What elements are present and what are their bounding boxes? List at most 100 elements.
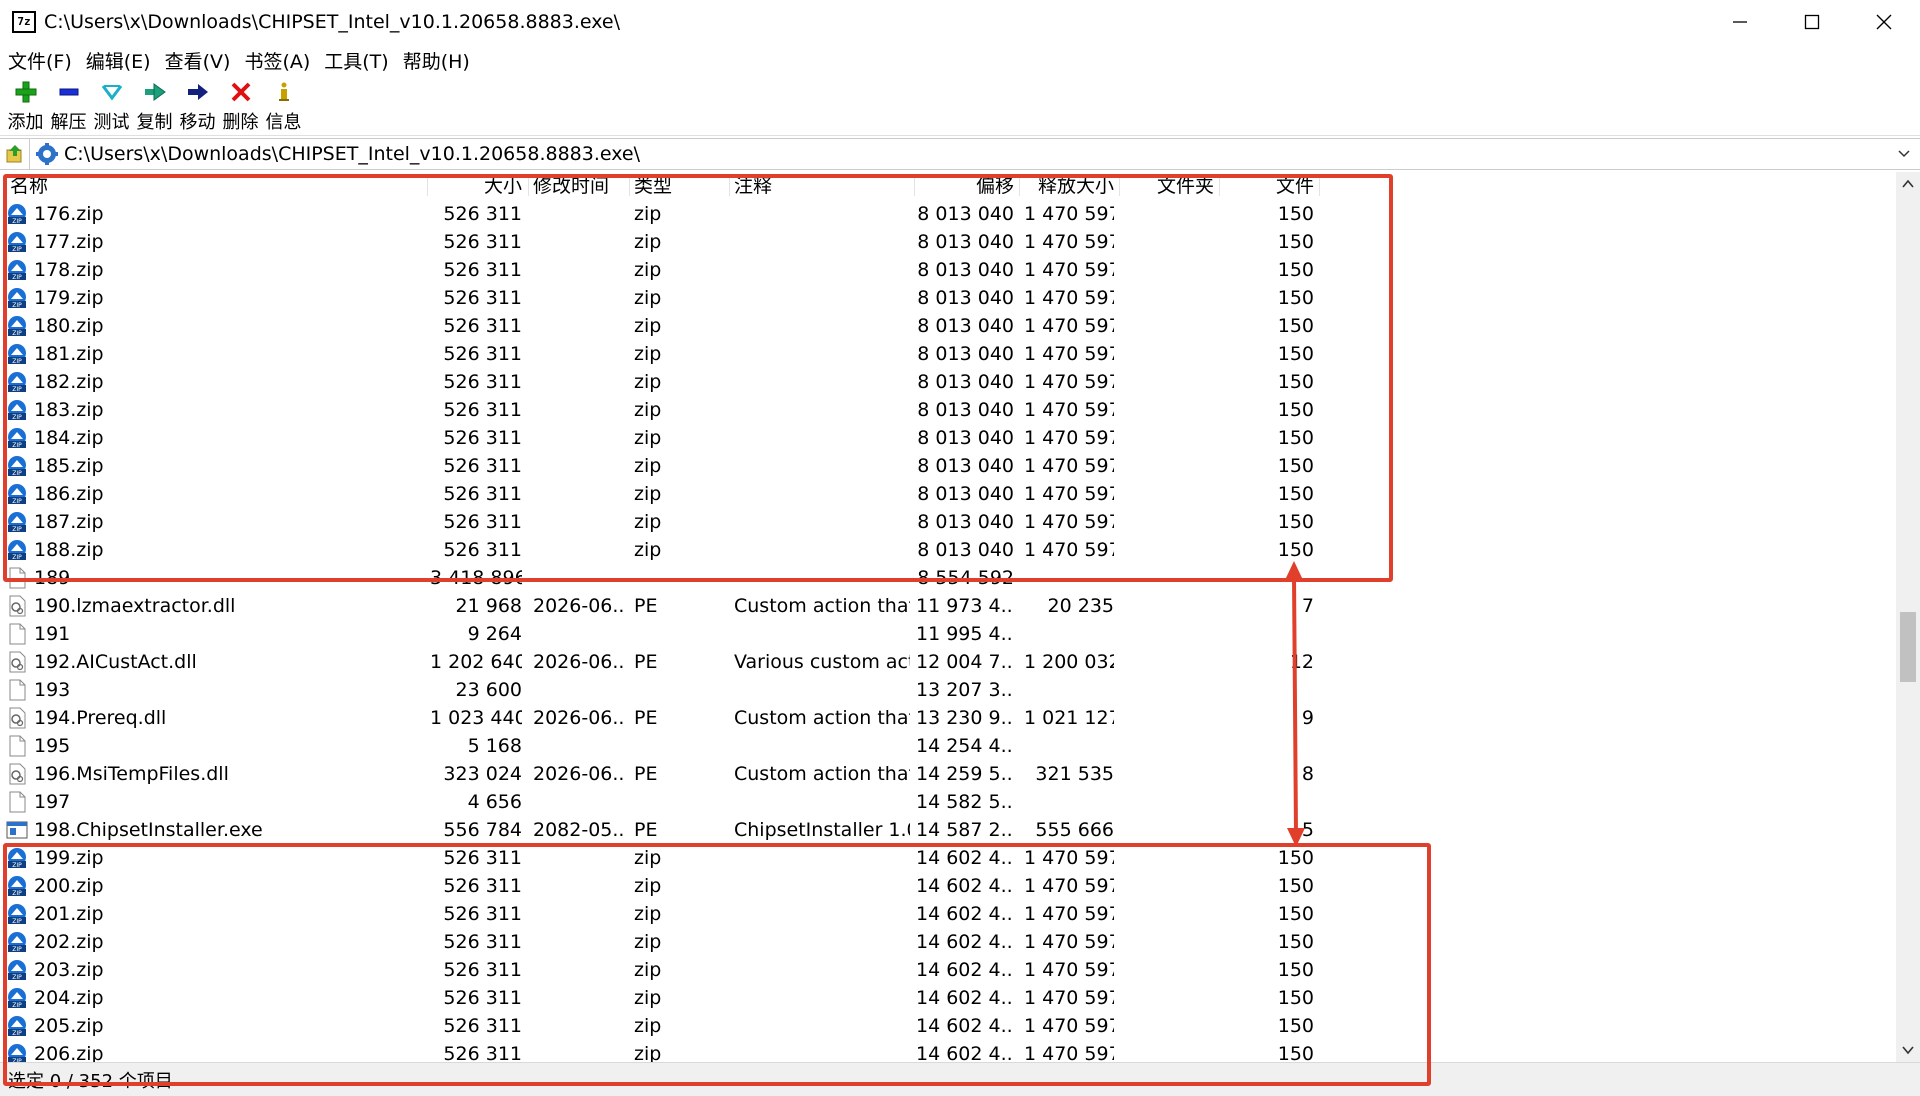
table-row[interactable]: ZIP 201.zip 526 311 zip 14 602 4... 1 470 597… bbox=[0, 900, 1330, 928]
table-row[interactable]: 189 3 418 896 8 554 592 bbox=[0, 564, 1330, 592]
table-row[interactable]: ZIP 204.zip 526 311 zip 14 602 4... 1 470 597… bbox=[0, 984, 1330, 1012]
row-files: 150 bbox=[1277, 231, 1314, 253]
column-header-comment[interactable]: 注释 bbox=[734, 172, 910, 200]
row-comment bbox=[734, 256, 910, 284]
table-row[interactable]: ZIP 186.zip 526 311 zip 8 013 040 1 470 597 15… bbox=[0, 480, 1330, 508]
zip-file-icon: ZIP bbox=[6, 343, 28, 365]
move-icon bbox=[186, 80, 210, 104]
table-row[interactable]: 197 4 656 14 582 5... bbox=[0, 788, 1330, 816]
info-button[interactable]: 信息 bbox=[262, 76, 305, 135]
column-header-offset[interactable]: 偏移 bbox=[916, 172, 1014, 200]
test-button[interactable]: 测试 bbox=[90, 76, 133, 135]
table-row[interactable]: ZIP 181.zip 526 311 zip 8 013 040 1 470 597 15… bbox=[0, 340, 1330, 368]
address-field[interactable]: C:\Users\x\Downloads\CHIPSET_Intel_v10.1… bbox=[30, 139, 1920, 169]
add-button[interactable]: 添加 bbox=[4, 76, 47, 135]
table-row[interactable]: ZIP 203.zip 526 311 zip 14 602 4... 1 470 597… bbox=[0, 956, 1330, 984]
column-header-unpacked[interactable]: 释放大小 bbox=[1024, 172, 1114, 200]
table-row[interactable]: 190.lzmaextractor.dll 21 968 2026-06... PE C… bbox=[0, 592, 1330, 620]
row-folders bbox=[1124, 536, 1214, 564]
table-row[interactable]: ZIP 185.zip 526 311 zip 8 013 040 1 470 597 15… bbox=[0, 452, 1330, 480]
column-separator[interactable] bbox=[1019, 176, 1020, 196]
row-comment bbox=[734, 844, 910, 872]
table-row[interactable]: 195 5 168 14 254 4... bbox=[0, 732, 1330, 760]
row-folders bbox=[1124, 956, 1214, 984]
scroll-down-button[interactable] bbox=[1896, 1038, 1920, 1062]
menu-help[interactable]: 帮助(H) bbox=[403, 47, 470, 74]
table-row[interactable]: 196.MsiTempFiles.dll 323 024 2026-06... PE C… bbox=[0, 760, 1330, 788]
menu-bookmarks[interactable]: 书签(A) bbox=[244, 47, 310, 74]
table-row[interactable]: ZIP 179.zip 526 311 zip 8 013 040 1 470 597 15… bbox=[0, 284, 1330, 312]
row-size: 526 311 bbox=[443, 903, 522, 925]
row-size: 1 023 440 bbox=[430, 707, 522, 729]
table-row[interactable]: ZIP 176.zip 526 311 zip 8 013 040 1 470 597 15… bbox=[0, 200, 1330, 228]
file-list[interactable]: 名称 大小 修改时间 类型 注释 偏移 释放大小 文件夹 文件 ZIP 176.z… bbox=[0, 172, 1896, 1062]
row-offset: 14 602 4... bbox=[916, 1043, 1014, 1062]
row-comment bbox=[734, 956, 910, 984]
table-row[interactable]: 194.Prereq.dll 1 023 440 2026-06... PE Custo… bbox=[0, 704, 1330, 732]
column-separator[interactable] bbox=[1219, 176, 1220, 196]
row-size: 526 311 bbox=[443, 511, 522, 533]
row-size: 526 311 bbox=[443, 399, 522, 421]
column-separator[interactable] bbox=[729, 176, 730, 196]
column-header-files[interactable]: 文件 bbox=[1224, 172, 1314, 200]
scroll-up-button[interactable] bbox=[1896, 172, 1920, 196]
column-header-modified[interactable]: 修改时间 bbox=[533, 172, 623, 200]
row-unpacked: 1 470 597 bbox=[1024, 511, 1114, 533]
table-row[interactable]: 193 23 600 13 207 3... bbox=[0, 676, 1330, 704]
maximize-button[interactable] bbox=[1776, 0, 1848, 44]
table-row[interactable]: ZIP 187.zip 526 311 zip 8 013 040 1 470 597 15… bbox=[0, 508, 1330, 536]
chevron-down-icon[interactable] bbox=[1896, 145, 1912, 161]
table-row[interactable]: 192.AICustAct.dll 1 202 640 2026-06... PE Va… bbox=[0, 648, 1330, 676]
row-unpacked: 1 470 597 bbox=[1024, 959, 1114, 981]
table-row[interactable]: ZIP 202.zip 526 311 zip 14 602 4... 1 470 597… bbox=[0, 928, 1330, 956]
row-comment: Various custom acti... bbox=[734, 651, 910, 673]
column-separator[interactable] bbox=[914, 176, 915, 196]
column-separator[interactable] bbox=[1319, 176, 1320, 196]
address-bar: C:\Users\x\Downloads\CHIPSET_Intel_v10.1… bbox=[0, 138, 1920, 170]
column-header-size[interactable]: 大小 bbox=[430, 172, 522, 200]
menu-view[interactable]: 查看(V) bbox=[165, 47, 231, 74]
row-folders bbox=[1124, 900, 1214, 928]
table-row[interactable]: ZIP 183.zip 526 311 zip 8 013 040 1 470 597 15… bbox=[0, 396, 1330, 424]
table-row[interactable]: ZIP 199.zip 526 311 zip 14 602 4... 1 470 597… bbox=[0, 844, 1330, 872]
close-button[interactable] bbox=[1848, 0, 1920, 44]
table-row[interactable]: ZIP 178.zip 526 311 zip 8 013 040 1 470 597 15… bbox=[0, 256, 1330, 284]
table-row[interactable]: 198.ChipsetInstaller.exe 556 784 2082-05..… bbox=[0, 816, 1330, 844]
column-separator[interactable] bbox=[427, 176, 428, 196]
row-files: 150 bbox=[1277, 511, 1314, 533]
row-size: 526 311 bbox=[443, 931, 522, 953]
column-separator[interactable] bbox=[1119, 176, 1120, 196]
copy-button[interactable]: 复制 bbox=[133, 76, 176, 135]
vertical-scrollbar[interactable] bbox=[1896, 172, 1920, 1062]
svg-text:ZIP: ZIP bbox=[12, 218, 22, 225]
table-row[interactable]: ZIP 177.zip 526 311 zip 8 013 040 1 470 597 15… bbox=[0, 228, 1330, 256]
svg-text:ZIP: ZIP bbox=[12, 1002, 22, 1009]
add-label: 添加 bbox=[7, 112, 44, 133]
row-modified bbox=[533, 200, 623, 228]
table-row[interactable]: ZIP 200.zip 526 311 zip 14 602 4... 1 470 597… bbox=[0, 872, 1330, 900]
table-row[interactable]: ZIP 206.zip 526 311 zip 14 602 4... 1 470 597… bbox=[0, 1040, 1330, 1062]
menu-edit[interactable]: 编辑(E) bbox=[86, 47, 151, 74]
extract-button[interactable]: 解压 bbox=[47, 76, 90, 135]
parent-folder-button[interactable] bbox=[0, 139, 30, 169]
menu-tools[interactable]: 工具(T) bbox=[324, 47, 388, 74]
column-header-name[interactable]: 名称 bbox=[10, 172, 400, 200]
row-size: 526 311 bbox=[443, 315, 522, 337]
row-size: 526 311 bbox=[443, 231, 522, 253]
menu-file[interactable]: 文件(F) bbox=[8, 47, 72, 74]
minimize-button[interactable] bbox=[1704, 0, 1776, 44]
row-files bbox=[1224, 620, 1314, 648]
delete-button[interactable]: 删除 bbox=[219, 76, 262, 135]
column-separator[interactable] bbox=[528, 176, 529, 196]
column-header-type[interactable]: 类型 bbox=[634, 172, 724, 200]
scroll-thumb[interactable] bbox=[1900, 612, 1916, 682]
table-row[interactable]: ZIP 205.zip 526 311 zip 14 602 4... 1 470 597… bbox=[0, 1012, 1330, 1040]
column-header-folders[interactable]: 文件夹 bbox=[1124, 172, 1214, 200]
table-row[interactable]: ZIP 180.zip 526 311 zip 8 013 040 1 470 597 15… bbox=[0, 312, 1330, 340]
move-button[interactable]: 移动 bbox=[176, 76, 219, 135]
table-row[interactable]: ZIP 184.zip 526 311 zip 8 013 040 1 470 597 15… bbox=[0, 424, 1330, 452]
column-separator[interactable] bbox=[629, 176, 630, 196]
table-row[interactable]: 191 9 264 11 995 4... bbox=[0, 620, 1330, 648]
table-row[interactable]: ZIP 188.zip 526 311 zip 8 013 040 1 470 597 15… bbox=[0, 536, 1330, 564]
table-row[interactable]: ZIP 182.zip 526 311 zip 8 013 040 1 470 597 15… bbox=[0, 368, 1330, 396]
